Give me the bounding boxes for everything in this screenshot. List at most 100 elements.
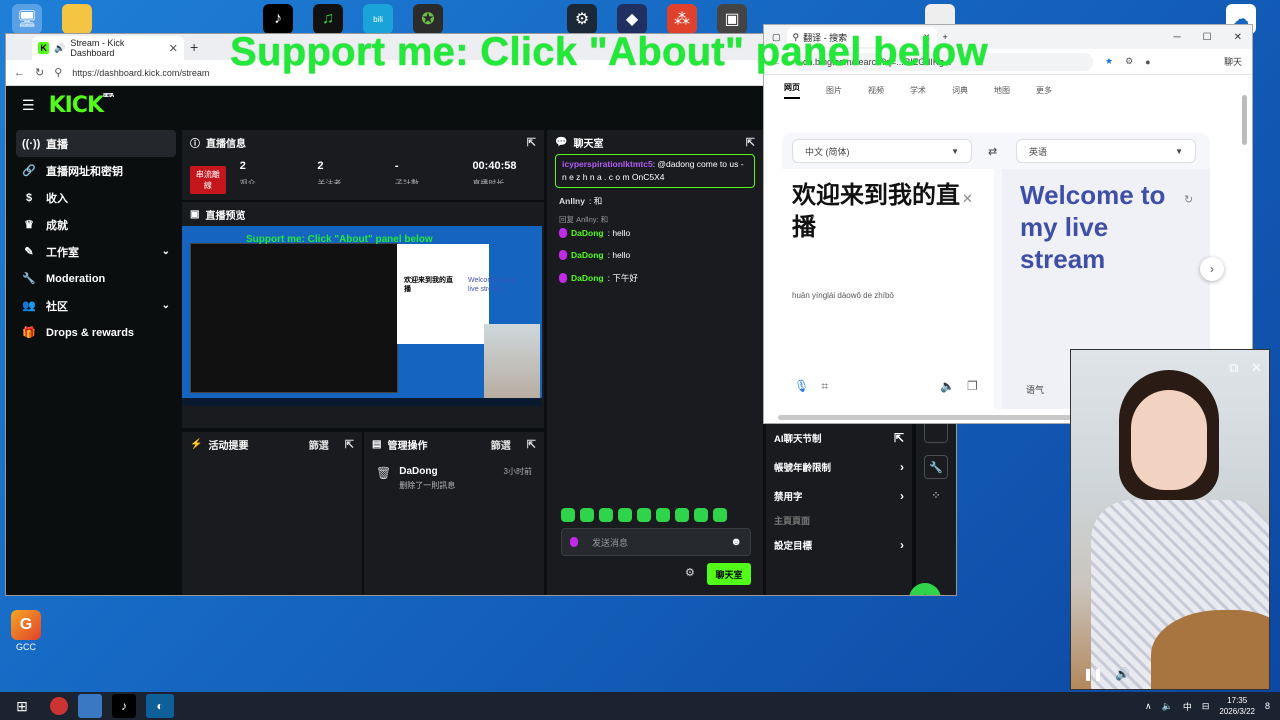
nav-videos[interactable]: 视频 xyxy=(868,85,884,96)
maximize-icon[interactable]: ☐ xyxy=(1203,32,1212,43)
nav-web[interactable]: 网页 xyxy=(784,82,800,99)
emote-icon[interactable] xyxy=(637,508,651,522)
tab-kick-dashboard[interactable]: K 🔊 Stream - Kick Dashboard ✕ xyxy=(32,36,184,60)
pip-expand-icon[interactable]: ⧉ xyxy=(1229,360,1238,376)
chat-input[interactable]: 发送消息 ☻ xyxy=(561,528,751,556)
desktop-icon-folder[interactable] xyxy=(62,4,92,34)
stream-info-title: 直播信息 xyxy=(206,138,246,150)
gcc-desktop-shortcut[interactable]: G GCC xyxy=(8,610,44,652)
emote-icon[interactable] xyxy=(694,508,708,522)
notification-icon[interactable]: 8 xyxy=(1265,701,1270,711)
webcam-overlay[interactable]: ⧉ ✕ ❚❚ 🔊 xyxy=(1070,349,1270,690)
emote-icon[interactable] xyxy=(656,508,670,522)
popout-icon[interactable]: ⇱ xyxy=(345,438,354,451)
network-icon[interactable]: ⊟ xyxy=(1202,701,1210,712)
menu-item-banned-words[interactable]: 禁用字 › xyxy=(766,481,912,510)
tray-chevron-icon[interactable]: ∧ xyxy=(1145,701,1152,712)
sidebar-item-drops[interactable]: 🎁 Drops & rewards xyxy=(16,319,176,346)
camera-scan-icon[interactable]: ⌗ xyxy=(821,379,828,394)
emote-icon[interactable] xyxy=(561,508,575,522)
menu-item-set-goal[interactable]: 設定目標 › xyxy=(766,530,912,559)
clear-text-icon[interactable]: ✕ xyxy=(962,191,973,207)
nav-maps[interactable]: 地图 xyxy=(994,85,1010,96)
target-language-select[interactable]: 英语 ▼ xyxy=(1016,139,1196,163)
people-icon: 👥 xyxy=(22,300,36,312)
refresh-icon[interactable]: ↻ xyxy=(1184,193,1193,206)
chat-username[interactable]: DaDong xyxy=(571,250,604,260)
chat-username[interactable]: DaDong xyxy=(571,228,604,238)
favorite-star-icon[interactable]: ★ xyxy=(1105,56,1113,67)
chat-settings-icon[interactable]: ⚙ xyxy=(685,566,695,579)
emote-icon[interactable] xyxy=(580,508,594,522)
profile-avatar[interactable]: ● xyxy=(1145,57,1150,67)
nav-academic[interactable]: 学术 xyxy=(910,85,926,96)
desktop-app-icon[interactable] xyxy=(78,694,102,718)
speaker-icon[interactable]: 🔈 xyxy=(940,379,955,393)
copilot-chat-button[interactable]: 聊天 xyxy=(1224,55,1252,68)
copy-icon[interactable]: ❐ xyxy=(967,379,978,393)
tiktok-taskbar-icon[interactable]: ♪ xyxy=(112,694,136,718)
chat-username[interactable]: Anllny xyxy=(559,196,585,206)
stream-preview-video[interactable]: 欢迎来到我的直播 Welcome to my live stream Suppo… xyxy=(182,226,542,406)
new-tab-button[interactable]: + xyxy=(190,39,198,55)
edge-browser-icon[interactable]: ◐ xyxy=(146,694,174,718)
next-arrow-icon[interactable]: › xyxy=(1200,257,1224,281)
microphone-icon[interactable]: 🎙 xyxy=(794,379,809,394)
vertical-scrollbar[interactable] xyxy=(1242,95,1247,145)
sidebar-item-live[interactable]: ((·)) 直播 xyxy=(16,130,176,157)
hamburger-menu-icon[interactable]: ☰ xyxy=(22,97,35,114)
menu-item-account-age[interactable]: 帳號年齡限制 › xyxy=(766,452,912,481)
menu-item-label: AI聊天节制 xyxy=(774,433,822,445)
emote-icon[interactable] xyxy=(599,508,613,522)
swap-languages-icon[interactable]: ⇄ xyxy=(988,145,997,158)
close-icon[interactable]: ✕ xyxy=(1251,360,1262,376)
volume-tray-icon[interactable]: 🔈 xyxy=(1162,701,1173,712)
ime-indicator[interactable]: 中 xyxy=(1183,700,1192,713)
system-clock[interactable]: 17:35 2026/3/22 xyxy=(1219,695,1255,717)
sidebar-item-studio[interactable]: ✎ 工作室 ⌄ xyxy=(16,238,176,265)
chat-send-button[interactable]: 聊天室 xyxy=(707,563,751,585)
emote-icon[interactable] xyxy=(713,508,727,522)
site-info-icon[interactable]: ⚲ xyxy=(54,66,62,79)
mod-actions-panel: ▤ 管理操作 篩選 ⇱ 🗑 DaDong 删除了一則訊息 3小时前 xyxy=(364,432,544,595)
emoji-icon[interactable]: ☻ xyxy=(730,536,742,548)
sidebar-item-stream-key[interactable]: 🔗 直播网址和密钥 xyxy=(16,157,176,184)
dots-tool-icon[interactable]: ⁘ xyxy=(924,483,948,507)
popout-icon[interactable]: ⇱ xyxy=(746,136,755,149)
popout-icon[interactable]: ⇱ xyxy=(527,438,536,451)
chat-username[interactable]: DaDong xyxy=(571,273,604,283)
nav-dictionary[interactable]: 词典 xyxy=(952,85,968,96)
minimize-icon[interactable]: ─ xyxy=(1174,32,1181,43)
media-app-icon[interactable] xyxy=(50,697,68,715)
pinned-username[interactable]: icyperspirationlktmtc5 xyxy=(562,159,653,169)
sidebar-item-moderation[interactable]: 🔧 Moderation xyxy=(16,265,176,292)
menu-item-ai-moderation[interactable]: AI聊天节制 ⇱ xyxy=(766,423,912,452)
wrench-tool-icon[interactable]: 🔧 xyxy=(924,455,948,479)
url-field[interactable]: https://dashboard.kick.com/stream xyxy=(72,68,209,78)
sidebar-item-revenue[interactable]: $ 收入 xyxy=(16,184,176,211)
nav-more[interactable]: 更多 xyxy=(1036,85,1052,96)
extensions-icon[interactable]: ⚙ xyxy=(1125,56,1133,67)
mod-entry-name[interactable]: DaDong xyxy=(399,466,455,477)
sidebar-item-community[interactable]: 👥 社区 ⌄ xyxy=(16,292,176,319)
sidebar-item-achievements[interactable]: ♛ 成就 xyxy=(16,211,176,238)
kick-logo[interactable]: KICKBETA xyxy=(49,93,115,118)
tone-label[interactable]: 语气 xyxy=(1026,383,1044,396)
pause-icon[interactable]: ❚❚ xyxy=(1083,667,1103,681)
desktop-icon-computer[interactable]: 🖥 xyxy=(12,4,42,34)
back-icon[interactable]: ← xyxy=(14,67,25,79)
close-icon[interactable]: ✕ xyxy=(1234,32,1242,43)
emote-icon[interactable] xyxy=(675,508,689,522)
emote-icon[interactable] xyxy=(618,508,632,522)
source-language-select[interactable]: 中文 (简体) ▼ xyxy=(792,139,972,163)
chevron-right-icon: › xyxy=(900,537,904,552)
source-text[interactable]: 欢迎来到我的直播 xyxy=(792,179,962,243)
mod-filter-button[interactable]: 篩選 xyxy=(491,437,511,452)
tab-close-icon[interactable]: ✕ xyxy=(169,42,178,55)
nav-images[interactable]: 图片 xyxy=(826,85,842,96)
activity-filter-button[interactable]: 篩選 xyxy=(309,437,329,452)
volume-icon[interactable]: 🔊 xyxy=(1115,667,1130,681)
popout-icon[interactable]: ⇱ xyxy=(527,136,536,149)
reload-icon[interactable]: ↻ xyxy=(35,66,44,79)
windows-start-icon[interactable]: ⊞ xyxy=(10,694,34,718)
